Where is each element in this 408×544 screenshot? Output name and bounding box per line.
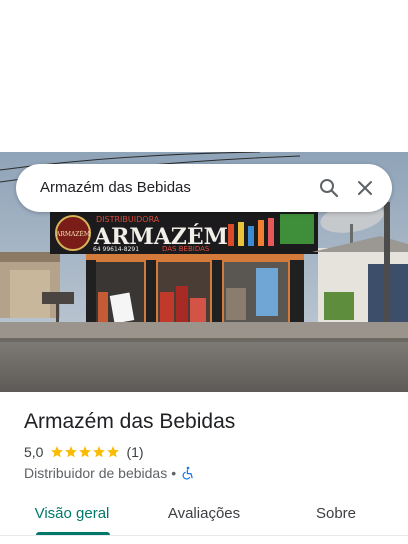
sign-phone-text: 64 99614-8291 (93, 246, 139, 253)
star-icon (51, 446, 64, 458)
sign-sub-text: DAS BEBIDAS (162, 245, 210, 253)
sign-top-text: DISTRIBUIDORA (96, 215, 160, 224)
tab-about[interactable]: Sobre (296, 496, 376, 536)
rating-row[interactable]: 5,0 (1) (24, 443, 144, 461)
place-title: Armazém das Bebidas (24, 410, 236, 433)
tabs-divider (0, 535, 408, 536)
place-category: Distribuidor de bebidas (24, 465, 168, 481)
wheelchair-icon (181, 466, 195, 480)
map-blank-area (0, 0, 408, 152)
star-icon (107, 446, 120, 458)
category-row: Distribuidor de bebidas • (24, 464, 195, 482)
rating-value: 5,0 (24, 444, 44, 460)
tab-reviews[interactable]: Avaliações (152, 496, 256, 536)
star-icon (93, 446, 106, 458)
logo-text: ARMAZÉM (55, 230, 90, 238)
close-icon[interactable] (353, 176, 377, 200)
star-icon (65, 446, 78, 458)
star-rating (50, 445, 120, 459)
separator-dot: • (171, 465, 177, 481)
review-count[interactable]: (1) (126, 444, 143, 460)
star-icon (79, 446, 92, 458)
search-icon[interactable] (317, 176, 341, 200)
tab-overview[interactable]: Visão geral (24, 496, 120, 536)
search-input[interactable]: Armazém das Bebidas (40, 178, 191, 198)
search-bar[interactable]: Armazém das Bebidas (16, 164, 392, 212)
